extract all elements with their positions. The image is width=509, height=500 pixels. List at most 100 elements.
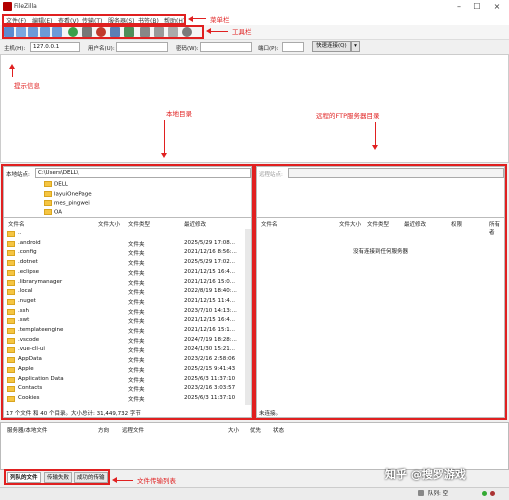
tree-item[interactable]: OA — [44, 209, 62, 216]
file-name: .vscode — [18, 336, 40, 343]
close-icon[interactable]: × — [490, 2, 504, 12]
col-permissions[interactable]: 权限 — [451, 220, 462, 228]
local-scrollbar[interactable] — [245, 229, 251, 405]
remote-pane: 远程站点: 文件名 文件大小 文件类型 最近修改 权限 所有者 没有连接到任何服… — [256, 166, 505, 418]
file-row[interactable]: .ssh 文件夹 2023/7/10 14:13:... — [4, 307, 242, 316]
user-input[interactable] — [116, 42, 168, 52]
file-type: 文件夹 — [128, 319, 145, 326]
file-type: 文件夹 — [128, 241, 145, 248]
quickconnect-button[interactable]: 快速连接(Q) — [312, 41, 351, 52]
file-row[interactable]: Application Data 文件夹 2025/6/3 11:37:10 — [4, 375, 242, 384]
local-status: 17 个文件 和 40 个目录。大小总计: 31,449,732 字节 — [6, 411, 141, 417]
queue-col-priority[interactable]: 优先 — [250, 426, 261, 434]
quickconnect-bar: 主机(H): 127.0.0.1 用户名(U): 密码(W): 端口(P): 快… — [0, 39, 509, 53]
tree-item[interactable]: DELL — [44, 181, 68, 188]
remote-annotation: 远程的FTP服务器目录 — [316, 112, 380, 120]
led-upload-icon — [482, 491, 487, 496]
file-row[interactable]: .vue-cli-ui 文件夹 2024/1/30 15:21... — [4, 345, 242, 354]
watermark: 知乎 @搜罗游戏 — [385, 468, 466, 481]
file-modified: 2021/12/15 16:4... — [184, 317, 236, 324]
file-row[interactable]: .vscode 文件夹 2024/7/19 18:28:... — [4, 336, 242, 345]
file-type: 文件夹 — [128, 348, 145, 355]
file-name: .ssh — [18, 307, 29, 314]
file-row[interactable]: AppData 文件夹 2023/2/16 2:58:06 — [4, 355, 242, 364]
col-filename[interactable]: 文件名 — [8, 220, 25, 228]
not-connected-message: 没有连接到任何服务器 — [353, 249, 409, 255]
file-row[interactable]: .librarymanager 文件夹 2021/12/16 15:0... — [4, 278, 242, 287]
col-filesize[interactable]: 文件大小 — [98, 220, 120, 228]
col-filesize[interactable]: 文件大小 — [339, 220, 361, 228]
file-modified: 2025/5/29 17:08... — [184, 239, 236, 246]
toolbar-annotation: 工具栏 — [232, 28, 252, 36]
col-filename[interactable]: 文件名 — [261, 220, 278, 228]
led-download-icon — [490, 491, 495, 496]
menubar-arrow-icon — [188, 16, 193, 22]
file-type: 文件夹 — [128, 367, 145, 374]
queue-col-size[interactable]: 大小 — [228, 426, 239, 434]
file-type: 文件夹 — [128, 387, 145, 394]
port-input[interactable] — [282, 42, 304, 52]
queue-col-direction[interactable]: 方向 — [98, 426, 109, 434]
queue-col-remote[interactable]: 远程文件 — [122, 426, 144, 434]
folder-icon — [44, 200, 52, 206]
queue-col-local[interactable]: 服务器/本地文件 — [7, 426, 47, 434]
port-label: 端口(P): — [258, 46, 279, 52]
file-modified: 2022/8/19 18:40:... — [184, 288, 237, 295]
file-row[interactable]: .templateengine 文件夹 2021/12/16 15:1... — [4, 326, 242, 335]
file-row[interactable]: Contacts 文件夹 2023/2/16 3:03:57 — [4, 384, 242, 393]
file-row[interactable]: .dotnet 文件夹 2025/5/29 17:02... — [4, 258, 242, 267]
file-row[interactable]: .local 文件夹 2022/8/19 18:40:... — [4, 287, 242, 296]
local-arrow-icon — [161, 153, 167, 158]
file-modified: 2023/2/16 2:58:06 — [184, 356, 236, 363]
file-name: Cookies — [18, 394, 40, 401]
file-row[interactable]: .nuget 文件夹 2021/12/15 11:4... — [4, 297, 242, 306]
col-filetype[interactable]: 文件类型 — [367, 220, 389, 228]
remote-site-label: 远程站点: — [259, 172, 283, 178]
tab-queued-files[interactable]: 列队的文件 — [7, 472, 41, 483]
queue-annotation: 文件传输列表 — [137, 477, 176, 485]
quickconnect-dropdown-icon[interactable]: ▾ — [351, 41, 360, 52]
tab-successful-transfers[interactable]: 成功的传输 — [74, 472, 108, 483]
password-label: 密码(W): — [176, 46, 199, 52]
file-type: 文件夹 — [128, 329, 145, 335]
file-row[interactable]: .android 文件夹 2025/5/29 17:08... — [4, 239, 242, 248]
file-row[interactable]: Apple 文件夹 2025/2/15 9:41:43 — [4, 365, 242, 374]
file-row[interactable]: Cookies 文件夹 2025/6/3 11:37:10 — [4, 394, 242, 403]
file-name: .swt — [18, 317, 30, 324]
file-type: 文件夹 — [128, 377, 145, 384]
col-owner[interactable]: 所有者 — [489, 220, 504, 236]
col-modified[interactable]: 最近修改 — [404, 220, 426, 228]
file-name: AppData — [18, 356, 42, 363]
pane-splitter[interactable] — [257, 217, 504, 218]
transfer-queue: 服务器/本地文件 方向 远程文件 大小 优先 状态 — [0, 422, 509, 470]
folder-icon — [44, 191, 52, 197]
col-modified[interactable]: 最近修改 — [184, 220, 206, 228]
file-type: 文件夹 — [128, 270, 145, 277]
file-name: .dotnet — [18, 259, 38, 266]
file-modified: 2025/5/29 17:02... — [184, 259, 236, 266]
file-row[interactable]: .config 文件夹 2021/12/16 8:56:... — [4, 248, 242, 257]
minimize-icon[interactable]: – — [452, 2, 466, 12]
local-path-input[interactable]: C:\Users\DELL\ — [35, 168, 251, 178]
tab-failed-transfers[interactable]: 传输失败 — [44, 472, 73, 483]
toolbar-arrow-line — [210, 31, 228, 32]
col-filetype[interactable]: 文件类型 — [128, 220, 150, 228]
file-row[interactable]: .swt 文件夹 2021/12/15 16:4... — [4, 316, 242, 325]
queue-status: 队列: 空 — [428, 491, 449, 497]
maximize-icon[interactable]: ☐ — [470, 2, 484, 12]
file-row[interactable]: .. — [4, 229, 242, 238]
queue-col-status[interactable]: 状态 — [273, 426, 284, 434]
file-name: .vue-cli-ui — [18, 346, 45, 353]
file-name: .config — [18, 249, 37, 256]
remote-path-input[interactable] — [288, 168, 504, 178]
status-bar: 队列: 空 — [0, 487, 509, 500]
pane-splitter[interactable] — [4, 217, 251, 218]
tree-item[interactable]: mes_pingwei — [44, 200, 90, 207]
folder-icon — [44, 209, 52, 215]
password-input[interactable] — [200, 42, 252, 52]
file-row[interactable]: .eclipse 文件夹 2021/12/15 16:4... — [4, 268, 242, 277]
local-file-list: .. .android 文件夹 2025/5/29 17:08... .config 文件… — [4, 229, 244, 405]
message-arrow-line — [12, 69, 13, 77]
tree-item[interactable]: layuiOnePage — [44, 191, 92, 198]
host-input[interactable]: 127.0.0.1 — [30, 42, 80, 52]
